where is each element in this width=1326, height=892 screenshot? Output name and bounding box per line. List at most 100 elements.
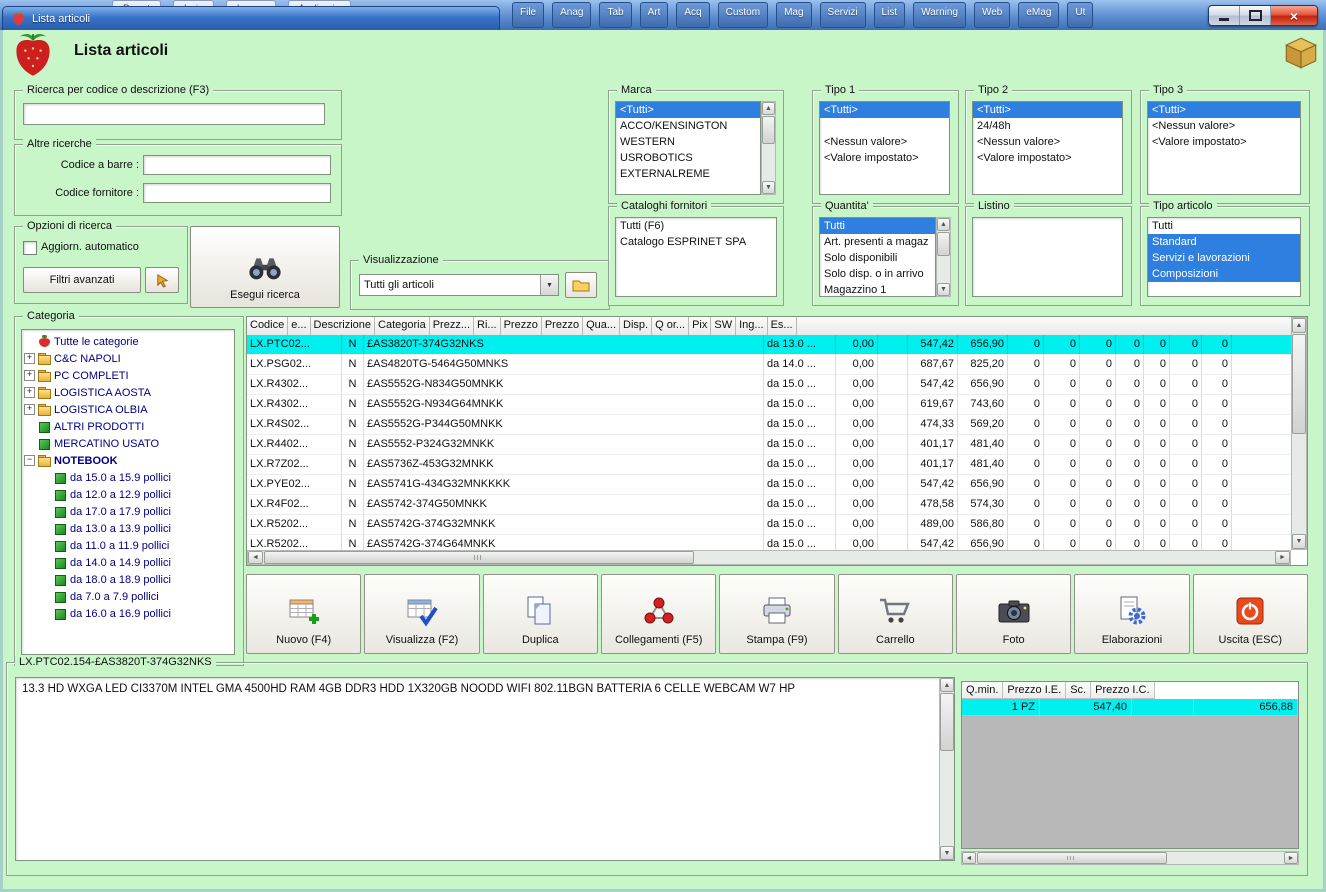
scroll-thumb[interactable] — [762, 116, 775, 144]
table-row[interactable]: LX.PTC02... N £AS3820T-374G32NKS da 13.0… — [247, 335, 1291, 355]
parent-toolbar-button[interactable]: Acq — [676, 2, 710, 28]
column-header[interactable]: Q or... — [652, 317, 690, 335]
tree-expander-icon[interactable]: + — [24, 387, 35, 398]
photo-button[interactable]: Foto — [955, 574, 1072, 654]
print-button[interactable]: Stampa (F9) — [719, 574, 835, 654]
column-header[interactable]: Qua... — [583, 317, 621, 335]
window-titlebar[interactable]: Lista articoli — [2, 6, 500, 30]
tipo2-item[interactable]: <Nessun valore> — [973, 134, 1122, 150]
tree-item[interactable]: + LOGISTICA AOSTA — [22, 384, 234, 401]
tree-item[interactable]: da 12.0 a 12.9 pollici — [22, 486, 234, 503]
column-header[interactable]: Prezz... — [430, 317, 475, 335]
scroll-thumb[interactable] — [977, 852, 1167, 864]
advanced-filters-arrow-button[interactable] — [145, 267, 179, 293]
parent-toolbar-button[interactable]: List — [873, 2, 906, 28]
price-column-header[interactable]: Prezzo I.C. — [1091, 682, 1155, 699]
tipo-articolo-item[interactable]: Composizioni — [1148, 266, 1300, 282]
article-description-box[interactable]: 13.3 HD WXGA LED CI3370M INTEL GMA 4500H… — [15, 677, 955, 861]
tree-item[interactable]: da 14.0 a 14.9 pollici — [22, 554, 234, 571]
parent-toolbar-button[interactable]: Warning — [913, 2, 966, 28]
tree-item[interactable]: Tutte le categorie — [22, 333, 234, 350]
table-row[interactable]: LX.R7Z02... N £AS5736Z-453G32MNKK da 15.… — [247, 455, 1291, 475]
processing-button[interactable]: Elaborazioni — [1074, 574, 1190, 654]
scroll-thumb[interactable] — [264, 551, 694, 564]
table-row[interactable]: LX.R4S02... N £AS5552G-P344G50MNKK da 15… — [247, 415, 1291, 435]
table-row[interactable]: LX.R4302... N £AS5552G-N834G50MNKK da 15… — [247, 375, 1291, 395]
quantita-item[interactable]: Solo disp. o in arrivo — [820, 266, 935, 282]
quantita-item[interactable]: Magazzino 1 — [820, 282, 935, 296]
close-button[interactable]: × — [1271, 6, 1317, 25]
tree-expander-icon[interactable]: + — [24, 353, 35, 364]
quantita-item[interactable]: Art. presenti a magaz — [820, 234, 935, 250]
column-header[interactable]: Categoria — [375, 317, 430, 335]
column-header[interactable]: Prezzo — [501, 317, 542, 335]
tipo3-item[interactable]: <Nessun valore> — [1148, 118, 1300, 134]
tipo-articolo-item[interactable]: Standard — [1148, 234, 1300, 250]
scroll-down-icon[interactable]: ▼ — [937, 283, 950, 296]
parent-toolbar-button[interactable]: Art — [639, 2, 669, 28]
open-view-folder-button[interactable] — [565, 272, 597, 298]
column-header[interactable]: Disp. — [620, 317, 653, 335]
tipo1-item[interactable]: <Tutti> — [820, 102, 949, 118]
tree-item[interactable]: − NOTEBOOK — [22, 452, 234, 469]
advanced-filters-button[interactable]: Filtri avanzati — [23, 267, 141, 293]
exit-button[interactable]: Uscita (ESC) — [1192, 574, 1308, 654]
tipo3-item[interactable]: <Valore impostato> — [1148, 134, 1300, 150]
price-horizontal-scrollbar[interactable]: ◄ ► — [961, 851, 1299, 865]
scroll-left-icon[interactable]: ◄ — [248, 551, 263, 564]
parent-toolbar-button[interactable]: Custom — [717, 2, 769, 28]
marca-item[interactable]: WESTERN — [616, 134, 760, 150]
quantita-scrollbar[interactable]: ▲ ▼ — [936, 217, 951, 297]
parent-toolbar-button[interactable]: Ut — [1067, 2, 1094, 28]
scroll-right-icon[interactable]: ► — [1284, 852, 1298, 864]
barcode-input[interactable] — [143, 155, 331, 175]
table-row[interactable]: LX.R5202... N £AS5742G-374G32MNKK da 15.… — [247, 515, 1291, 535]
tree-item[interactable]: + C&C NAPOLI — [22, 350, 234, 367]
table-row[interactable]: LX.R4402... N £AS5552-P324G32MNKK da 15.… — [247, 435, 1291, 455]
minimize-button[interactable] — [1209, 6, 1240, 25]
parent-toolbar-button[interactable]: Anag — [552, 2, 592, 28]
parent-toolbar-button[interactable]: Servizi — [819, 2, 866, 28]
column-header[interactable]: Descrizione — [311, 317, 376, 335]
column-header[interactable]: Es... — [768, 317, 797, 335]
new-button[interactable]: Nuovo (F4) — [246, 574, 362, 654]
quantita-item[interactable]: Solo disponibili — [820, 250, 935, 266]
scroll-left-icon[interactable]: ◄ — [962, 852, 976, 864]
tipo3-item[interactable]: <Tutti> — [1148, 102, 1300, 118]
parent-toolbar-button[interactable]: Mag — [776, 2, 812, 28]
scroll-down-icon[interactable]: ▼ — [940, 846, 954, 860]
price-row[interactable]: 1 PZ 547,40 656,88 — [962, 699, 1298, 716]
tipo1-item[interactable] — [820, 118, 949, 134]
price-column-header[interactable]: Sc. — [1066, 682, 1092, 699]
table-row[interactable]: LX.R5202... N £AS5742G-374G64MNKK da 15.… — [247, 535, 1291, 550]
marca-item[interactable]: USROBOTICS — [616, 150, 760, 166]
marca-item[interactable]: <Tutti> — [616, 102, 760, 118]
marca-scrollbar[interactable]: ▲ ▼ — [761, 101, 776, 195]
duplicate-button[interactable]: Duplica — [482, 574, 598, 654]
tree-item[interactable]: da 16.0 a 16.9 pollici — [22, 605, 234, 622]
tree-item[interactable]: da 17.0 a 17.9 pollici — [22, 503, 234, 520]
table-horizontal-scrollbar[interactable]: ◄ ► — [247, 550, 1291, 565]
tipo2-item[interactable]: <Tutti> — [973, 102, 1122, 118]
table-vertical-scrollbar[interactable]: ▲ ▼ — [1291, 317, 1307, 550]
column-header[interactable]: Ri... — [474, 317, 501, 335]
cataloghi-item[interactable]: Catalogo ESPRINET SPA — [616, 234, 776, 250]
scroll-up-icon[interactable]: ▲ — [940, 678, 954, 692]
table-row[interactable]: LX.R4302... N £AS5552G-N934G64MNKK da 15… — [247, 395, 1291, 415]
column-header[interactable]: Prezzo — [542, 317, 584, 335]
run-search-button[interactable]: Esegui ricerca — [190, 226, 340, 308]
scroll-thumb[interactable] — [940, 693, 954, 751]
tree-item[interactable]: + LOGISTICA OLBIA — [22, 401, 234, 418]
supplier-code-input[interactable] — [143, 183, 331, 203]
scroll-up-icon[interactable]: ▲ — [1292, 318, 1306, 333]
price-column-header[interactable]: Q.min. — [962, 682, 1004, 699]
parent-toolbar-button[interactable]: eMag — [1018, 2, 1060, 28]
parent-toolbar-button[interactable]: Web — [973, 2, 1011, 28]
cataloghi-item[interactable]: Tutti (F6) — [616, 218, 776, 234]
scroll-down-icon[interactable]: ▼ — [762, 181, 775, 194]
column-header[interactable]: e... — [288, 317, 311, 335]
tree-expander-icon[interactable]: − — [24, 455, 35, 466]
scroll-up-icon[interactable]: ▲ — [937, 218, 950, 231]
marca-item[interactable]: EXTERNALREME — [616, 166, 760, 182]
tree-item[interactable]: da 13.0 a 13.9 pollici — [22, 520, 234, 537]
